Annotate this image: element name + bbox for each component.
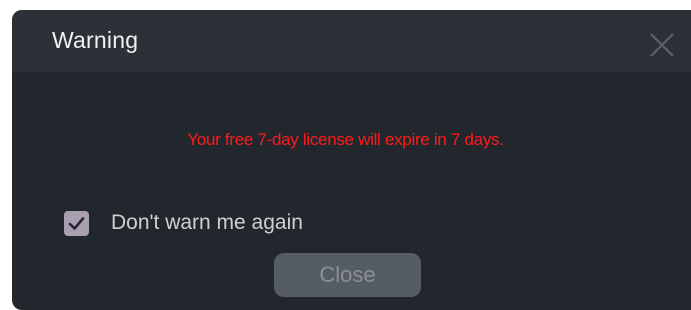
- warning-dialog: Warning Your free 7-day license will exp…: [12, 10, 691, 310]
- close-button[interactable]: Close: [274, 253, 421, 297]
- checkmark-icon: [68, 216, 85, 230]
- dont-warn-checkbox[interactable]: [64, 210, 89, 236]
- dialog-title: Warning: [52, 27, 139, 53]
- dont-warn-checkbox-row[interactable]: Don't warn me again: [64, 209, 303, 237]
- license-warning-message: Your free 7-day license will expire in 7…: [187, 130, 504, 149]
- dialog-titlebar: Warning: [12, 10, 691, 72]
- close-icon[interactable]: [647, 30, 677, 60]
- dont-warn-label: Don't warn me again: [111, 211, 303, 234]
